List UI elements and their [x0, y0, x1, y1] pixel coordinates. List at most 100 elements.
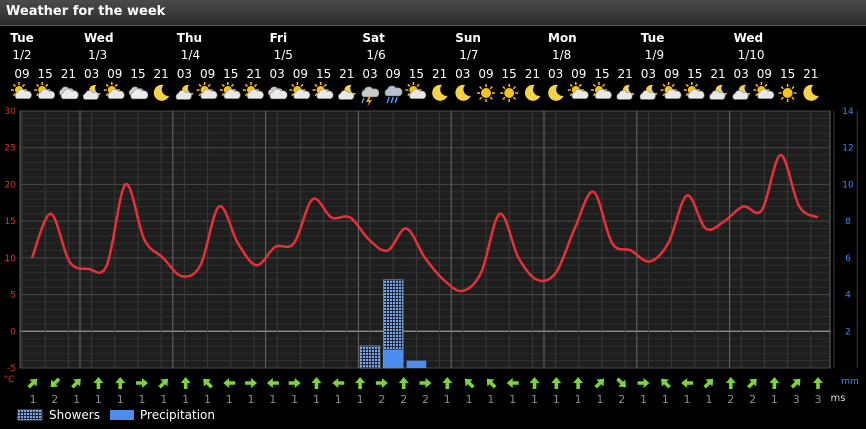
- moon-crescent: [432, 84, 448, 101]
- window-title: Weather for the week: [6, 4, 166, 19]
- wind-arrow-shape: [398, 377, 409, 389]
- rain-drop: [386, 96, 390, 104]
- sun-ray: [791, 86, 795, 90]
- sun-ray: [662, 83, 666, 87]
- legend-precip-swatch: [110, 410, 134, 420]
- wind-arrow-shape: [136, 378, 149, 388]
- wind-arrow-shape: [486, 378, 497, 389]
- wind-arrow-icon: [266, 378, 279, 388]
- wind-speed-label: 1: [95, 393, 102, 406]
- precip-tick-label: 10: [842, 180, 854, 190]
- wind-arrow-shape: [551, 377, 562, 389]
- wind-speed-label: 1: [30, 393, 37, 406]
- moon-icon: [455, 84, 471, 101]
- cloud-shape: [361, 86, 380, 98]
- sun-ray: [780, 86, 784, 90]
- partly-cloudy-day-icon: [196, 82, 218, 99]
- sun-ray: [502, 96, 506, 100]
- sun-ray: [314, 83, 318, 87]
- hour-label: 09: [107, 67, 122, 81]
- sun-ray: [114, 83, 118, 87]
- wind-arrow-icon: [158, 378, 169, 389]
- wind-arrow-icon: [355, 377, 366, 389]
- wind-arrow-icon: [506, 378, 519, 388]
- precip-tick-label: 8: [845, 217, 851, 227]
- wind-arrow-shape: [703, 378, 714, 389]
- sun-ray: [407, 83, 411, 87]
- sun-ray: [254, 83, 258, 87]
- wind-speed-label: 2: [727, 393, 734, 406]
- sun-ray: [764, 83, 768, 87]
- hour-label: 09: [386, 67, 401, 81]
- sun-ray: [244, 83, 248, 87]
- sun-ray: [780, 96, 784, 100]
- sun-ray: [694, 83, 698, 87]
- hour-label: 15: [780, 67, 795, 81]
- hour-label: 03: [270, 67, 285, 81]
- wind-arrow-shape: [419, 378, 432, 388]
- wind-speed-label: 2: [378, 393, 385, 406]
- wind-arrow-shape: [288, 378, 301, 388]
- wind-arrow-shape: [203, 378, 213, 389]
- weather-chart: Tue 1/2 Wed 1/3 Thu 1/4 Fri 1/5 Sat 1/6 Sun 1/7 Mon 1…: [4, 31, 859, 422]
- day-name: Wed: [734, 31, 764, 45]
- temp-tick-label: 15: [5, 217, 16, 227]
- hour-label: 15: [38, 67, 53, 81]
- wind-speed-label: 1: [269, 393, 276, 406]
- hour-label: 15: [409, 67, 424, 81]
- wind-speed-label: 1: [73, 393, 80, 406]
- wind-arrow-shape: [266, 378, 279, 388]
- precip-bar: [406, 360, 427, 368]
- wind-arrow-icon: [529, 377, 540, 389]
- wind-arrow-shape: [375, 378, 388, 388]
- wind-speed-label: 1: [531, 393, 538, 406]
- wind-arrow-shape: [158, 378, 169, 389]
- wind-arrow-shape: [506, 378, 519, 388]
- partly-cloudy-day-icon: [312, 82, 334, 99]
- partly-cloudy-night-icon: [616, 84, 635, 100]
- wind-arrow-icon: [464, 378, 475, 389]
- day-date: 1/8: [552, 48, 571, 62]
- wind-arrow-icon: [50, 377, 61, 388]
- partly-cloudy-day-icon: [405, 82, 427, 99]
- plot-area: [19, 110, 831, 369]
- partly-cloudy-day-icon: [11, 82, 32, 99]
- sun-ray: [592, 83, 596, 87]
- legend-precip-label: Precipitation: [140, 408, 215, 422]
- wind-speed-label: 2: [749, 393, 756, 406]
- wind-speed-label: 1: [509, 393, 516, 406]
- wind-arrow-shape: [616, 377, 626, 388]
- moon-crescent: [548, 84, 564, 101]
- wind-arrow-shape: [594, 378, 605, 389]
- sun-ray: [755, 83, 759, 87]
- temp-tick-label: 25: [5, 144, 16, 154]
- day-name: Mon: [548, 31, 577, 45]
- partly-cloudy-day-icon: [219, 82, 241, 99]
- hour-label: 03: [548, 67, 563, 81]
- cloudy-icon: [128, 86, 149, 100]
- sun-icon: [500, 84, 519, 102]
- hour-label: 09: [14, 67, 29, 81]
- wind-speed-label: 1: [466, 393, 473, 406]
- precip-unit-label: mm: [841, 377, 859, 387]
- wind-speed-label: 1: [771, 393, 778, 406]
- day-name: Thu: [177, 31, 202, 45]
- wind-arrow-icon: [790, 378, 801, 389]
- partly-cloudy-night-icon: [338, 84, 356, 100]
- hour-label: 15: [130, 67, 145, 81]
- wind-arrow-shape: [681, 378, 694, 388]
- hour-label: 21: [803, 67, 818, 81]
- wind-speed-label: 1: [444, 393, 451, 406]
- cloudy-icon: [267, 86, 288, 100]
- partly-cloudy-day-icon: [34, 82, 56, 99]
- hour-label: 09: [478, 67, 493, 81]
- hour-label: 15: [594, 67, 609, 81]
- wind-arrow-shape: [725, 377, 736, 389]
- sun-icon: [778, 84, 797, 102]
- hour-label: 15: [316, 67, 331, 81]
- day-date: 1/2: [12, 48, 31, 62]
- wind-speed-label: 1: [182, 393, 189, 406]
- day-date: 1/3: [88, 48, 107, 62]
- wind-speed-label: 1: [226, 393, 233, 406]
- wind-arrow-icon: [573, 377, 584, 389]
